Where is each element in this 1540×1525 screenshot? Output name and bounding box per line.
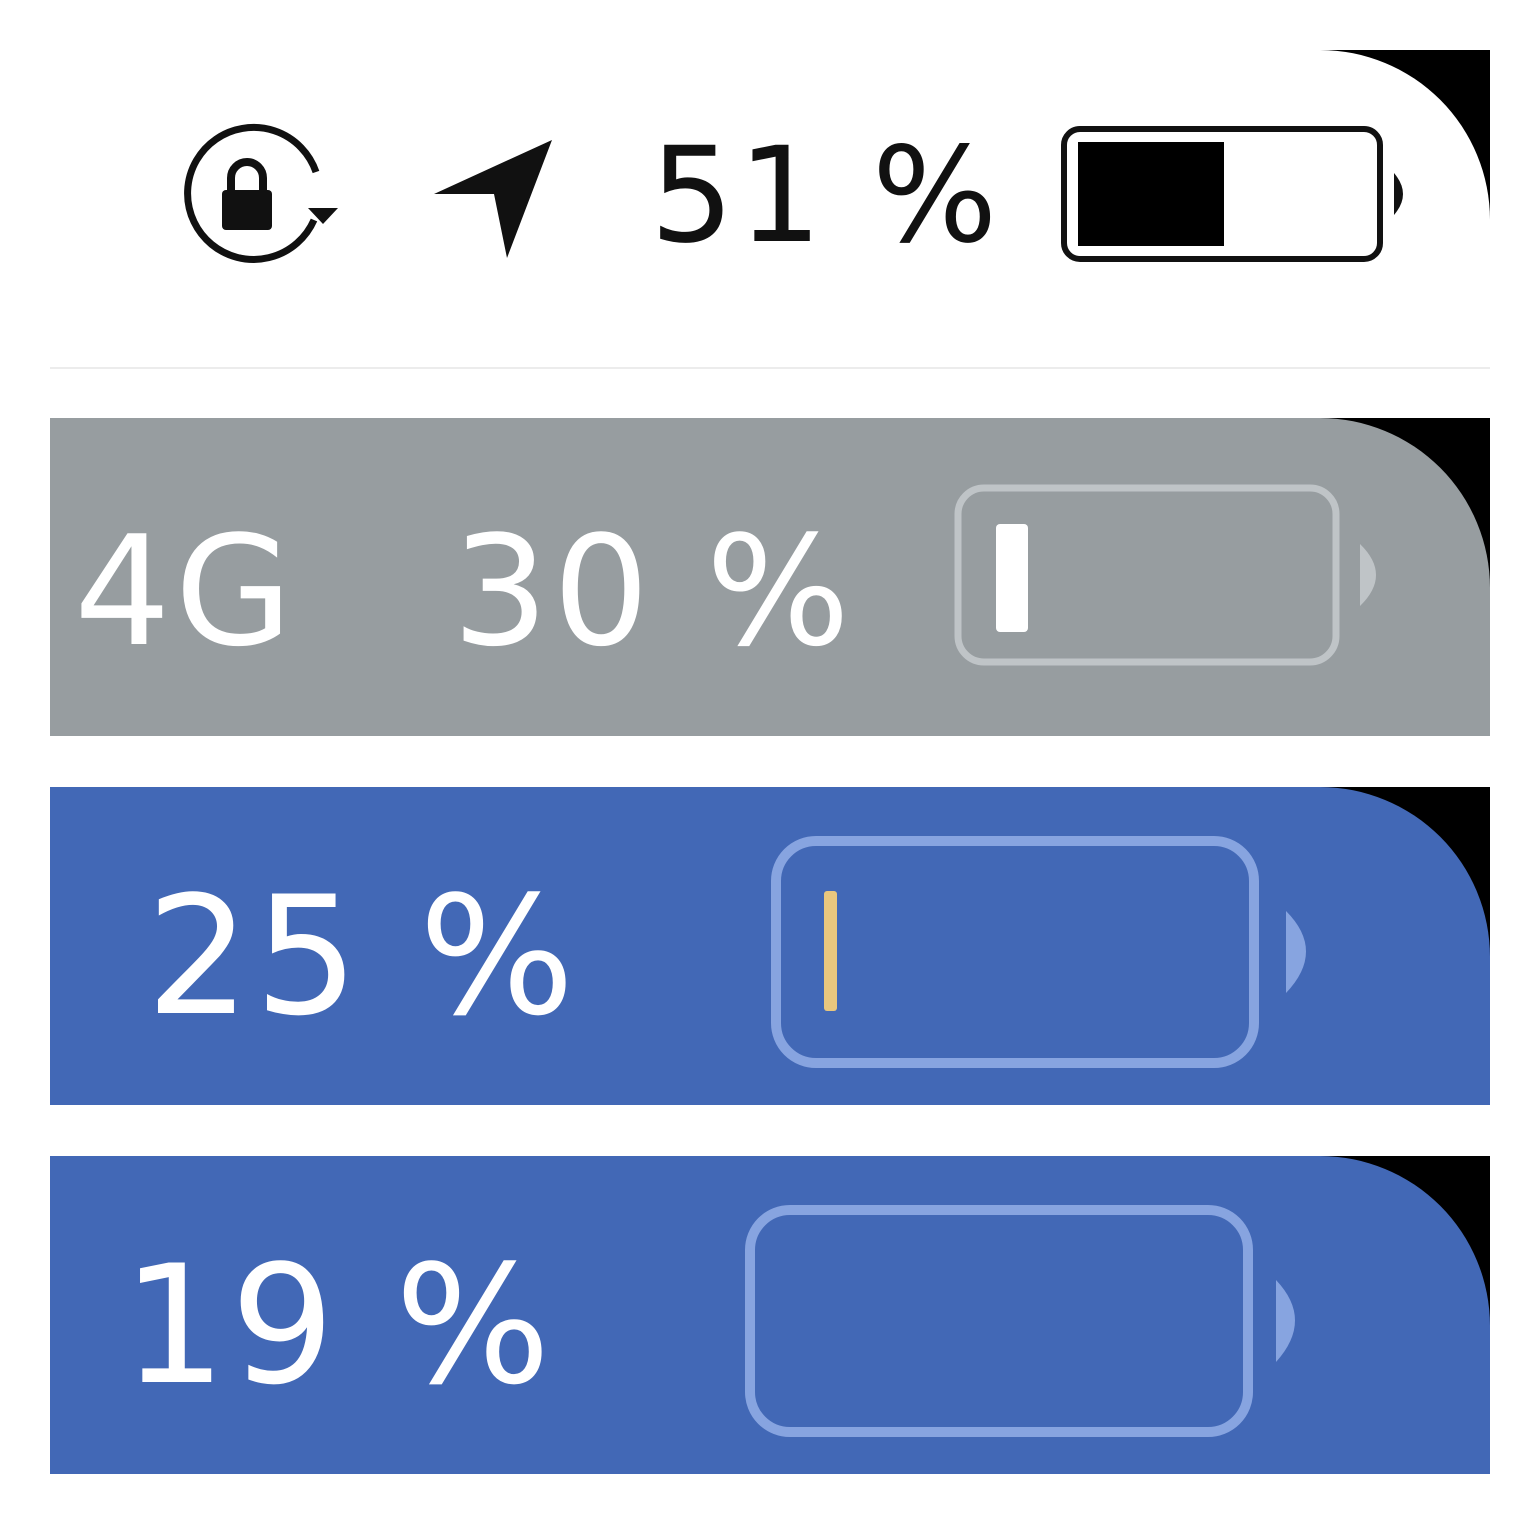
location-arrow-icon	[432, 132, 562, 266]
status-bar-blue-19: 19 %	[50, 1156, 1490, 1474]
orientation-lock-icon	[178, 120, 348, 270]
battery-percentage: 19 %	[122, 1230, 555, 1421]
battery-percentage: 25 %	[146, 861, 579, 1052]
battery-fill	[824, 891, 837, 1011]
battery-icon	[740, 1200, 1300, 1440]
status-bar-light: 51 %	[50, 50, 1490, 270]
network-type: 4G	[74, 503, 297, 680]
status-bar-gray: 4G 30 %	[50, 418, 1490, 736]
battery-fill	[1078, 142, 1224, 246]
screen-corner	[1320, 1156, 1490, 1326]
battery-fill	[996, 524, 1028, 632]
status-bar-blue-25: 25 %	[50, 787, 1490, 1105]
screen-corner	[1320, 787, 1490, 957]
battery-icon	[766, 831, 1326, 1071]
battery-icon	[1060, 125, 1420, 265]
battery-percentage: 51 %	[650, 119, 1002, 270]
battery-percentage: 30 %	[452, 503, 855, 680]
divider	[50, 367, 1490, 369]
battery-icon	[952, 482, 1402, 672]
